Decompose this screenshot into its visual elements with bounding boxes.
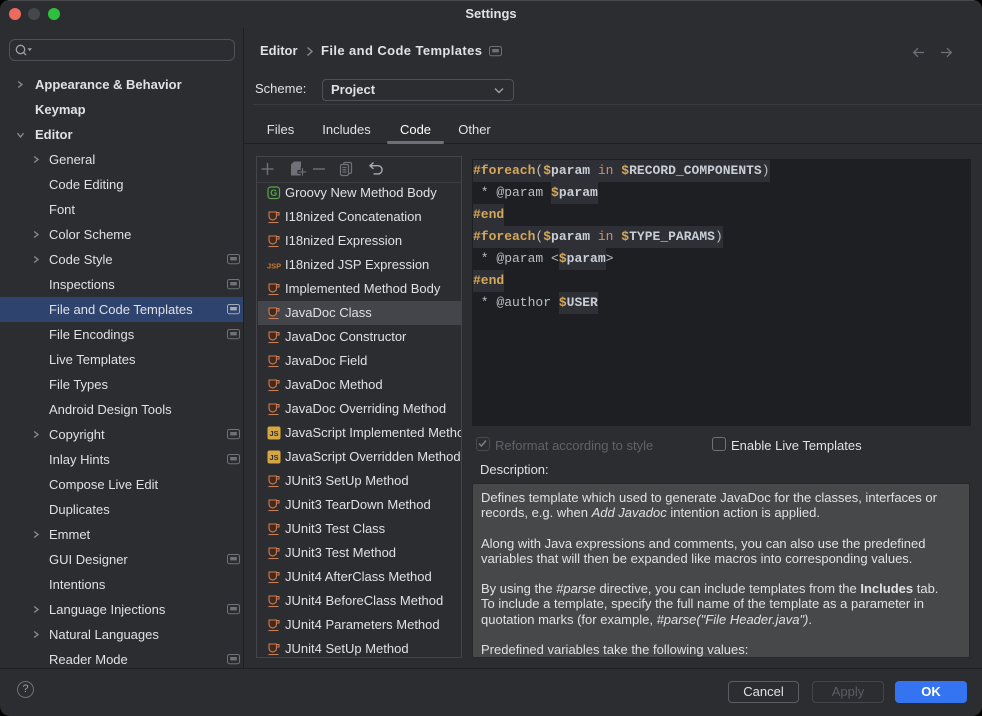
svg-text:G: G — [270, 188, 277, 198]
svg-text:JS: JS — [269, 453, 278, 462]
svg-text:JSP: JSP — [267, 262, 281, 271]
svg-text:JS: JS — [269, 429, 278, 438]
